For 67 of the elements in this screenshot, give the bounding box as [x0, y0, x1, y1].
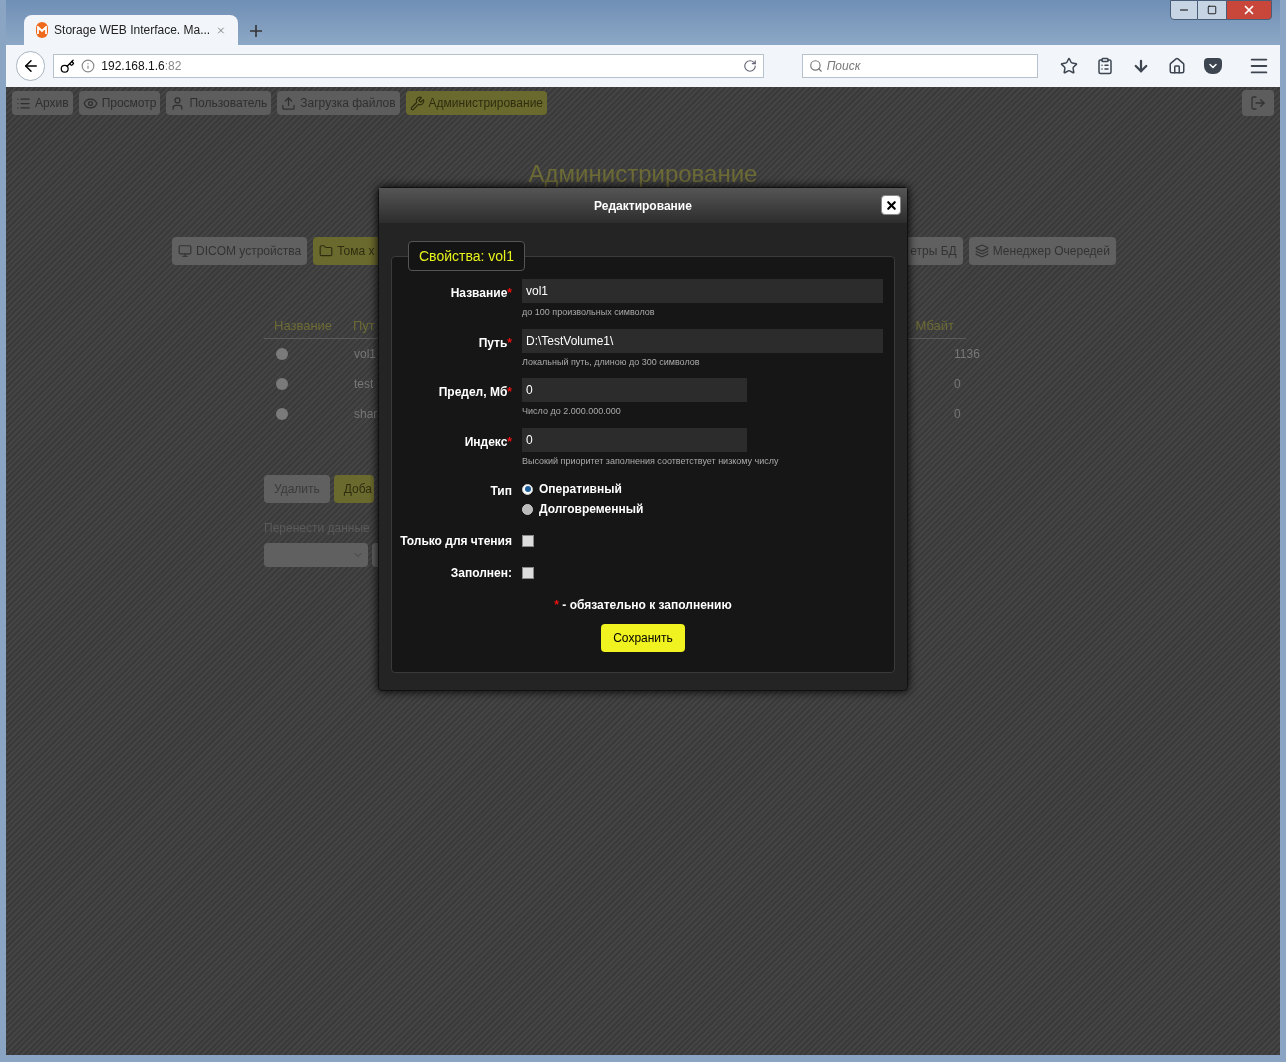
reload-icon[interactable] — [742, 59, 757, 73]
text-field[interactable]: 0 — [522, 427, 747, 452]
key-icon — [60, 58, 76, 74]
field-label: Предел, Мб* — [438, 384, 512, 401]
row-radio[interactable] — [276, 408, 288, 420]
field-hint: Локальный путь, длиною до 300 символов — [522, 355, 701, 369]
nav-icon — [409, 95, 425, 111]
radio-option[interactable]: Долговременный — [522, 500, 644, 518]
field-label: Индекс* — [464, 433, 512, 451]
address-bar[interactable]: 192.168.1.6:82 — [53, 54, 764, 78]
browser-tab[interactable]: Storage WEB Interface. Ma... — [24, 15, 238, 45]
field-hint: Высокий приоритет заполнения соответствует низкому числу — [522, 454, 779, 468]
site-logo-icon — [36, 22, 49, 38]
action-button[interactable]: Доба — [333, 475, 375, 503]
row-radio[interactable] — [276, 348, 288, 360]
field-hint: Число до 2.000.000.000 — [522, 405, 622, 418]
folder-icon — [319, 244, 334, 258]
text-field[interactable]: 0 — [522, 378, 747, 402]
tab-title: Storage WEB Interface. Ma... — [54, 22, 211, 39]
layers-icon — [974, 244, 989, 258]
maximize-button[interactable] — [1198, 0, 1226, 20]
nav-tab[interactable]: Администрирование — [405, 91, 548, 115]
table-cell-text: 0 — [954, 376, 962, 393]
logout-icon — [1250, 95, 1266, 111]
save-button[interactable]: Сохранить — [601, 624, 685, 652]
text-field[interactable]: D:\TestVolume1\ — [522, 328, 883, 353]
url-text: 192.168.1.6:82 — [101, 58, 183, 75]
monitor-icon — [178, 244, 192, 258]
new-tab-icon[interactable] — [250, 25, 262, 37]
nav-icon — [16, 95, 31, 111]
nav-icon — [82, 95, 98, 111]
search-field[interactable]: Поиск — [801, 54, 1038, 78]
field-label: Тип — [490, 483, 512, 500]
bookmark-star-icon[interactable] — [1060, 57, 1078, 75]
download-icon[interactable] — [1132, 57, 1150, 75]
required-note: * - обязательно к заполнению — [554, 598, 732, 612]
info-icon — [81, 59, 96, 73]
table-cell-text: test — [354, 376, 375, 393]
legend: Свойства: vol1 — [408, 241, 525, 271]
minimize-button[interactable] — [1170, 0, 1198, 20]
nav-icon — [170, 95, 186, 111]
checkbox[interactable] — [522, 535, 534, 547]
table-cell-text: shar — [354, 406, 379, 423]
table-cell-text: 1136 — [954, 346, 981, 363]
row-radio[interactable] — [276, 378, 288, 390]
reading-list-icon[interactable] — [1096, 57, 1114, 75]
close-icon — [1242, 3, 1256, 17]
table-cell-text: 0 — [954, 406, 962, 423]
checkbox[interactable] — [522, 567, 534, 579]
search-input[interactable]: Поиск — [826, 57, 1027, 75]
maximize-icon — [1207, 5, 1217, 15]
home-icon[interactable] — [1168, 57, 1186, 75]
back-button[interactable] — [16, 51, 46, 81]
close-button[interactable] — [881, 195, 901, 215]
dialog-title: Редактирование — [594, 197, 692, 215]
radio-option[interactable]: Оперативный — [522, 480, 644, 498]
table-cell-text: vol1 — [354, 346, 377, 363]
close-icon — [884, 198, 898, 212]
pocket-icon[interactable] — [1204, 58, 1222, 74]
nav-icon — [281, 95, 297, 111]
field-label: Название* — [450, 285, 512, 302]
field-hint: до 100 произвольных символов — [522, 306, 656, 319]
field-label: Путь* — [478, 334, 512, 352]
checkbox-label: Только для чтения — [400, 533, 512, 550]
text-field[interactable]: vol1 — [522, 279, 883, 303]
search-icon — [808, 59, 823, 73]
checkbox-label: Заполнен: — [450, 565, 512, 582]
